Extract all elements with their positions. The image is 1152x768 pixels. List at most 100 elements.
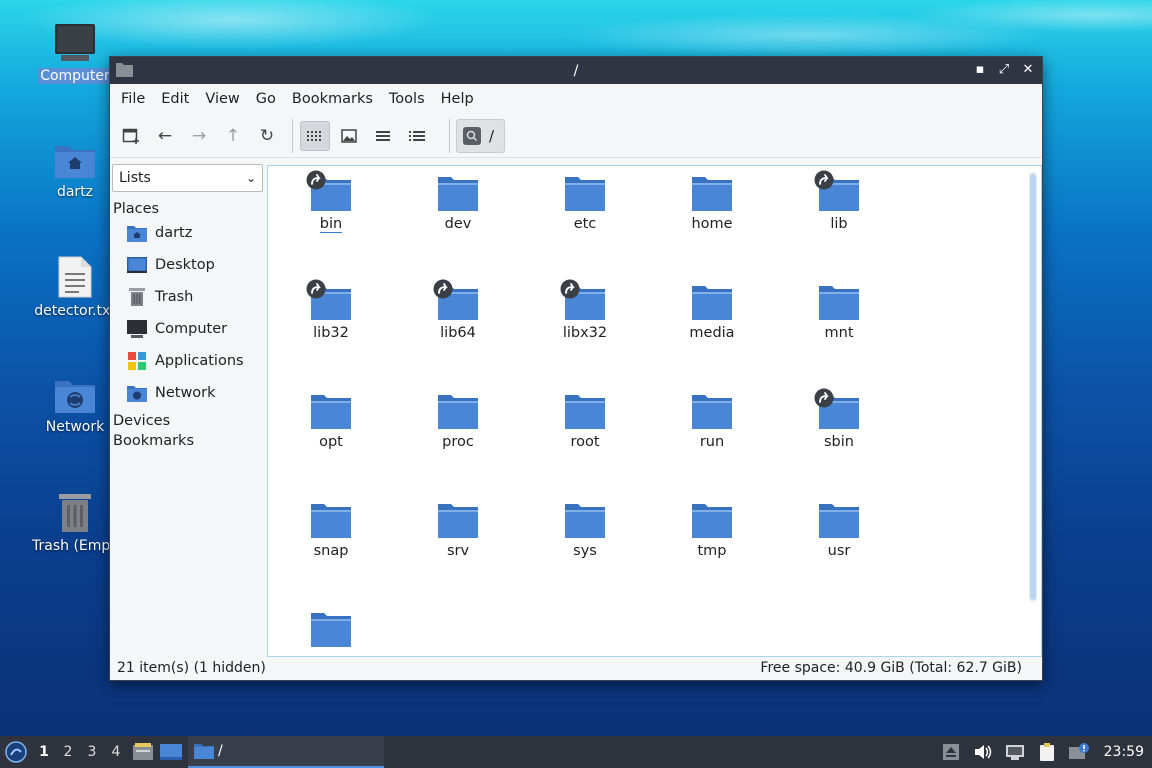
tray-notification-button[interactable] bbox=[1066, 739, 1092, 765]
home-folder-icon bbox=[55, 146, 95, 178]
file-item[interactable]: proc bbox=[408, 392, 508, 450]
sidebar-item-desktop[interactable]: Desktop bbox=[112, 249, 264, 281]
file-item[interactable]: media bbox=[662, 283, 762, 341]
path-text: / bbox=[489, 126, 495, 145]
file-item[interactable]: sys bbox=[535, 501, 635, 559]
back-button[interactable]: ← bbox=[150, 121, 180, 151]
menu-file[interactable]: File bbox=[114, 91, 152, 107]
computer-icon bbox=[127, 319, 147, 339]
sidebar-item-network[interactable]: Network bbox=[112, 377, 264, 409]
workspace-4[interactable]: 4 bbox=[104, 744, 128, 760]
folder-icon bbox=[438, 504, 478, 538]
up-button[interactable]: ↑ bbox=[218, 121, 248, 151]
sidebar-item-applications[interactable]: Applications bbox=[112, 345, 264, 377]
file-item[interactable]: sbin bbox=[789, 388, 889, 450]
tray-network-button[interactable] bbox=[1002, 739, 1028, 765]
symlink-badge-icon bbox=[814, 170, 834, 190]
desktop-icon-home[interactable]: dartz bbox=[30, 140, 120, 200]
file-item[interactable]: opt bbox=[281, 392, 381, 450]
file-item[interactable]: srv bbox=[408, 501, 508, 559]
image-icon bbox=[341, 128, 357, 143]
menubar: File Edit View Go Bookmarks Tools Help bbox=[110, 84, 1042, 114]
tray-update-button[interactable] bbox=[938, 739, 964, 765]
detailed-list-view-button[interactable] bbox=[402, 121, 432, 151]
desktop-icon-label: dartz bbox=[56, 184, 94, 200]
menu-view[interactable]: View bbox=[198, 91, 246, 107]
scrollbar-thumb[interactable] bbox=[1030, 174, 1036, 600]
launcher-file-manager[interactable] bbox=[130, 739, 156, 765]
menu-edit[interactable]: Edit bbox=[154, 91, 196, 107]
arrow-left-icon: ← bbox=[157, 125, 173, 146]
menu-bookmarks[interactable]: Bookmarks bbox=[285, 91, 380, 107]
file-item[interactable]: libx32 bbox=[535, 279, 635, 341]
new-tab-button[interactable] bbox=[116, 121, 146, 151]
file-item[interactable]: root bbox=[535, 392, 635, 450]
desktop-icon-computer[interactable]: Computer bbox=[30, 22, 120, 84]
titlebar[interactable]: / ▪ ⤢ ✕ bbox=[110, 57, 1042, 84]
tray-clipboard-button[interactable] bbox=[1034, 739, 1060, 765]
desktop-icon-detector-file[interactable]: detector.txt bbox=[30, 255, 120, 319]
file-item[interactable]: home bbox=[662, 174, 762, 232]
file-item[interactable]: mnt bbox=[789, 283, 889, 341]
file-item[interactable]: snap bbox=[281, 501, 381, 559]
menu-tools[interactable]: Tools bbox=[382, 91, 432, 107]
file-item[interactable]: lib bbox=[789, 170, 889, 232]
task-label: / bbox=[218, 743, 223, 759]
file-name: root bbox=[570, 434, 600, 450]
sidebar-item-computer[interactable]: Computer bbox=[112, 313, 264, 345]
compact-view-button[interactable] bbox=[368, 121, 398, 151]
maximize-button[interactable]: ⤢ bbox=[996, 61, 1012, 79]
file-name: sbin bbox=[824, 434, 854, 450]
desktop-icon-trash[interactable]: Trash (Empty) bbox=[30, 490, 130, 554]
task-file-manager[interactable]: / bbox=[188, 736, 384, 768]
folder-icon bbox=[194, 744, 214, 759]
clock[interactable]: 23:59 bbox=[1104, 744, 1144, 760]
reload-button[interactable]: ↻ bbox=[252, 121, 282, 151]
file-name: usr bbox=[827, 543, 851, 559]
menu-go[interactable]: Go bbox=[249, 91, 283, 107]
sidebar-item-label: Desktop bbox=[155, 257, 215, 273]
file-item[interactable]: bin bbox=[281, 170, 381, 233]
search-icon[interactable] bbox=[463, 126, 481, 145]
path-bar[interactable]: / bbox=[456, 118, 506, 153]
file-item[interactable]: lib64 bbox=[408, 279, 508, 341]
file-item[interactable]: run bbox=[662, 392, 762, 450]
arrow-right-icon: → bbox=[191, 125, 207, 146]
trash-icon bbox=[127, 287, 147, 307]
symlink-badge-icon bbox=[306, 279, 326, 299]
file-item[interactable]: dev bbox=[408, 174, 508, 232]
file-name: lib32 bbox=[313, 325, 349, 341]
file-name: snap bbox=[313, 543, 349, 559]
file-item[interactable]: tmp bbox=[662, 501, 762, 559]
workspace-2[interactable]: 2 bbox=[56, 744, 80, 760]
forward-button[interactable]: → bbox=[184, 121, 214, 151]
file-item[interactable]: etc bbox=[535, 174, 635, 232]
sidebar-item-trash[interactable]: Trash bbox=[112, 281, 264, 313]
close-button[interactable]: ✕ bbox=[1020, 61, 1036, 79]
icon-grid-icon bbox=[307, 130, 321, 141]
thumbnail-view-button[interactable] bbox=[334, 121, 364, 151]
minimize-button[interactable]: ▪ bbox=[972, 61, 988, 79]
folder-icon bbox=[565, 395, 605, 429]
list-detail-icon bbox=[409, 130, 425, 141]
network-folder-icon bbox=[55, 381, 95, 413]
file-name: opt bbox=[319, 434, 343, 450]
file-item[interactable]: lib32 bbox=[281, 279, 381, 341]
desktop-icon-network[interactable]: Network bbox=[30, 375, 120, 435]
lubuntu-logo-icon bbox=[5, 741, 27, 763]
workspace-3[interactable]: 3 bbox=[80, 744, 104, 760]
file-name: media bbox=[689, 325, 735, 341]
start-menu-button[interactable] bbox=[0, 736, 32, 768]
bookmarks-header[interactable]: Bookmarks bbox=[113, 433, 264, 449]
side-pane-mode-select[interactable]: Lists ⌄ bbox=[112, 164, 263, 192]
file-name: tmp bbox=[697, 543, 727, 559]
icon-view-button[interactable] bbox=[300, 120, 330, 151]
folder-view[interactable]: bin dev etc home lib lib32 lib64 libx32 media mnt… bbox=[267, 165, 1042, 657]
devices-header[interactable]: Devices bbox=[113, 413, 264, 429]
file-item[interactable]: usr bbox=[789, 501, 889, 559]
tray-volume-button[interactable] bbox=[970, 739, 996, 765]
launcher-show-desktop[interactable] bbox=[158, 739, 184, 765]
workspace-1[interactable]: 1 bbox=[32, 744, 56, 760]
sidebar-item-dartz[interactable]: dartz bbox=[112, 217, 264, 249]
menu-help[interactable]: Help bbox=[434, 91, 481, 107]
